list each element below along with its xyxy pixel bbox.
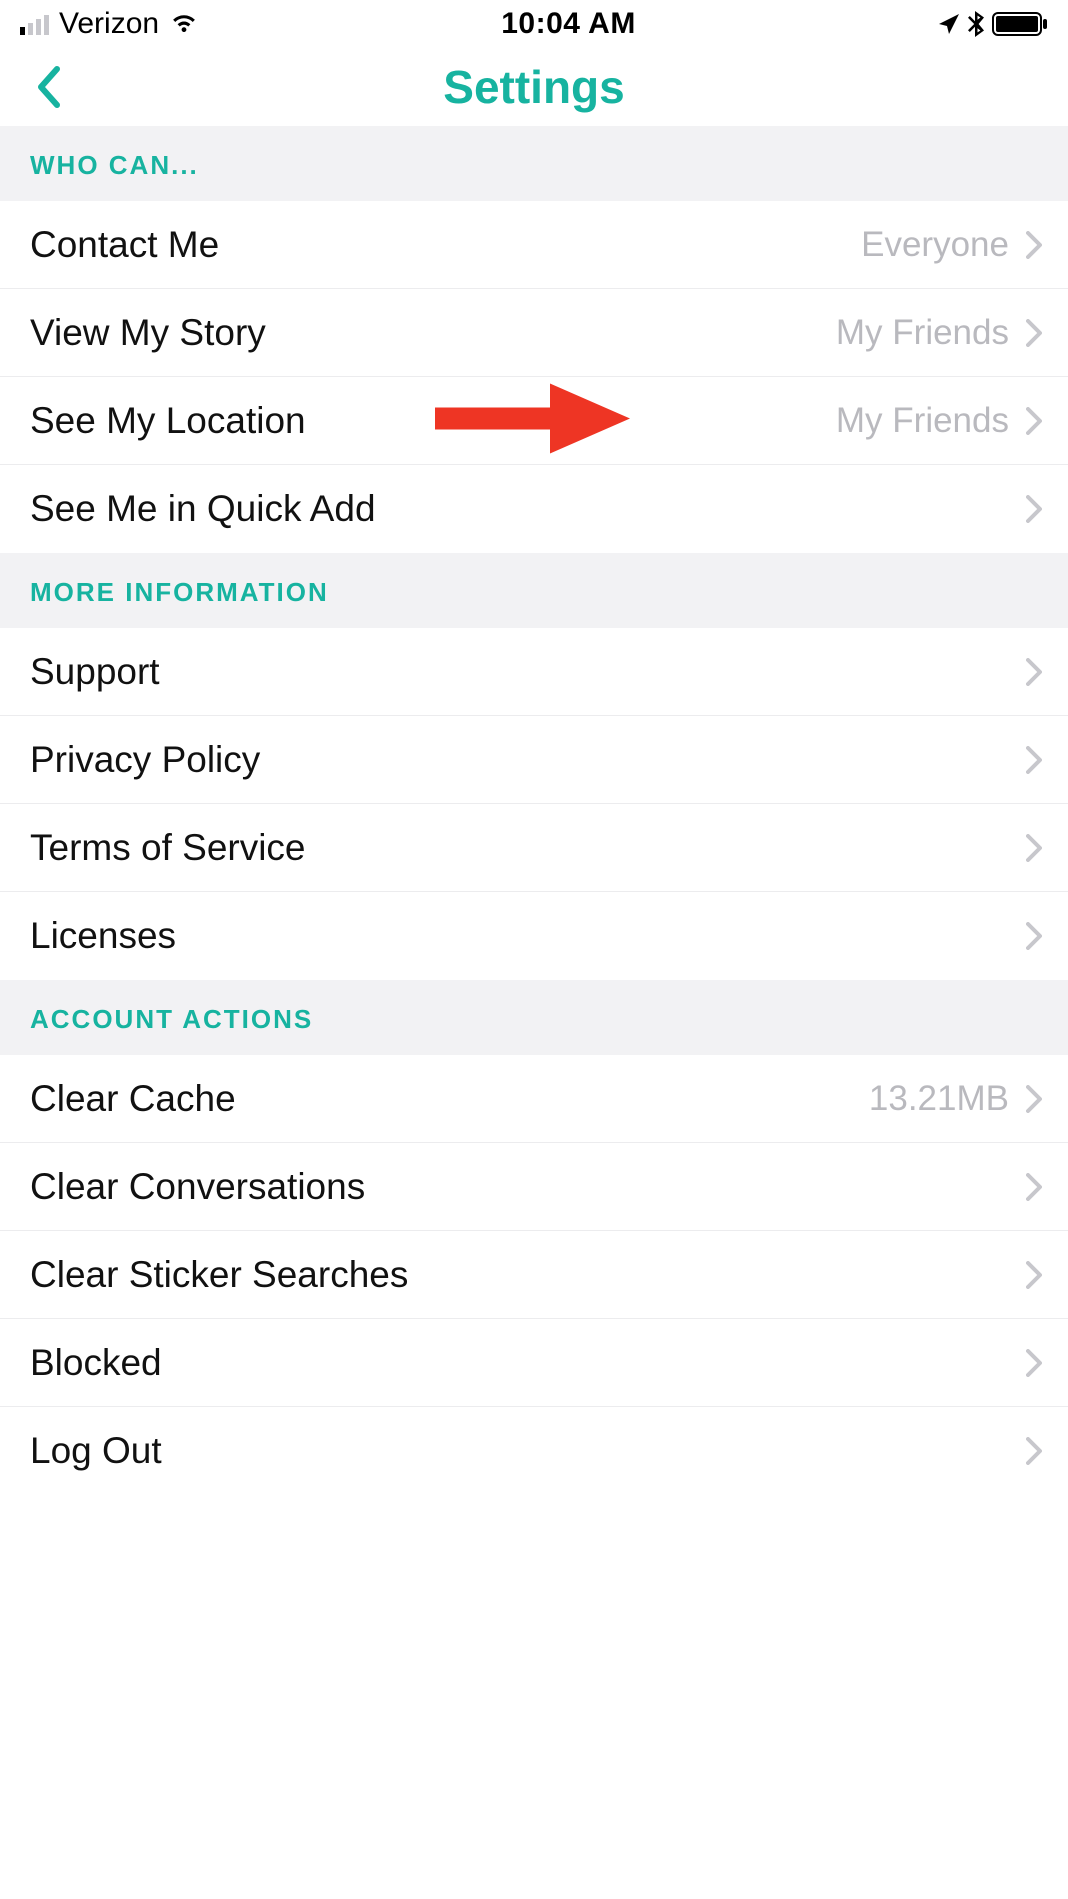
nav-header: Settings xyxy=(0,48,1068,126)
row-clear-conversations[interactable]: Clear Conversations xyxy=(0,1143,1068,1231)
chevron-right-icon xyxy=(1023,1345,1045,1381)
chevron-right-icon xyxy=(1023,1433,1045,1469)
carrier-label: Verizon xyxy=(59,7,159,41)
chevron-right-icon xyxy=(1023,830,1045,866)
row-label: See Me in Quick Add xyxy=(30,488,1023,530)
row-terms-of-service[interactable]: Terms of Service xyxy=(0,804,1068,892)
row-label: Support xyxy=(30,651,1023,693)
chevron-right-icon xyxy=(1023,654,1045,690)
signal-strength-icon xyxy=(20,13,49,35)
row-value: My Friends xyxy=(836,401,1009,441)
row-label: See My Location xyxy=(30,400,836,442)
page-title: Settings xyxy=(443,60,624,114)
row-label: Clear Conversations xyxy=(30,1166,1023,1208)
chevron-right-icon xyxy=(1023,403,1045,439)
row-label: Terms of Service xyxy=(30,827,1023,869)
back-button[interactable] xyxy=(24,63,72,111)
status-left: Verizon xyxy=(20,7,199,41)
chevron-right-icon xyxy=(1023,227,1045,263)
chevron-right-icon xyxy=(1023,1081,1045,1117)
row-quick-add[interactable]: See Me in Quick Add xyxy=(0,465,1068,553)
location-arrow-icon xyxy=(938,13,960,35)
row-label: Contact Me xyxy=(30,224,861,266)
chevron-right-icon xyxy=(1023,315,1045,351)
battery-icon xyxy=(992,12,1048,36)
row-label: Log Out xyxy=(30,1430,1023,1472)
status-time: 10:04 AM xyxy=(501,7,636,41)
row-see-my-location[interactable]: See My Location My Friends xyxy=(0,377,1068,465)
row-privacy-policy[interactable]: Privacy Policy xyxy=(0,716,1068,804)
section-header-more-info: MORE INFORMATION xyxy=(0,553,1068,628)
row-log-out[interactable]: Log Out xyxy=(0,1407,1068,1495)
row-value: Everyone xyxy=(861,225,1009,265)
row-licenses[interactable]: Licenses xyxy=(0,892,1068,980)
bluetooth-icon xyxy=(968,11,984,37)
chevron-right-icon xyxy=(1023,1257,1045,1293)
section-header-account-actions: ACCOUNT ACTIONS xyxy=(0,980,1068,1055)
row-clear-sticker-searches[interactable]: Clear Sticker Searches xyxy=(0,1231,1068,1319)
chevron-right-icon xyxy=(1023,1169,1045,1205)
section-header-who-can: WHO CAN... xyxy=(0,126,1068,201)
status-bar: Verizon 10:04 AM xyxy=(0,0,1068,48)
row-label: Privacy Policy xyxy=(30,739,1023,781)
row-label: Licenses xyxy=(30,915,1023,957)
row-label: View My Story xyxy=(30,312,836,354)
row-support[interactable]: Support xyxy=(0,628,1068,716)
row-clear-cache[interactable]: Clear Cache 13.21MB xyxy=(0,1055,1068,1143)
row-value: My Friends xyxy=(836,313,1009,353)
row-view-my-story[interactable]: View My Story My Friends xyxy=(0,289,1068,377)
row-label: Clear Sticker Searches xyxy=(30,1254,1023,1296)
chevron-right-icon xyxy=(1023,491,1045,527)
row-blocked[interactable]: Blocked xyxy=(0,1319,1068,1407)
status-right xyxy=(938,11,1048,37)
wifi-icon xyxy=(169,7,199,41)
row-value: 13.21MB xyxy=(869,1079,1009,1119)
row-label: Blocked xyxy=(30,1342,1023,1384)
chevron-right-icon xyxy=(1023,918,1045,954)
row-label: Clear Cache xyxy=(30,1078,869,1120)
chevron-left-icon xyxy=(35,65,61,109)
row-contact-me[interactable]: Contact Me Everyone xyxy=(0,201,1068,289)
chevron-right-icon xyxy=(1023,742,1045,778)
